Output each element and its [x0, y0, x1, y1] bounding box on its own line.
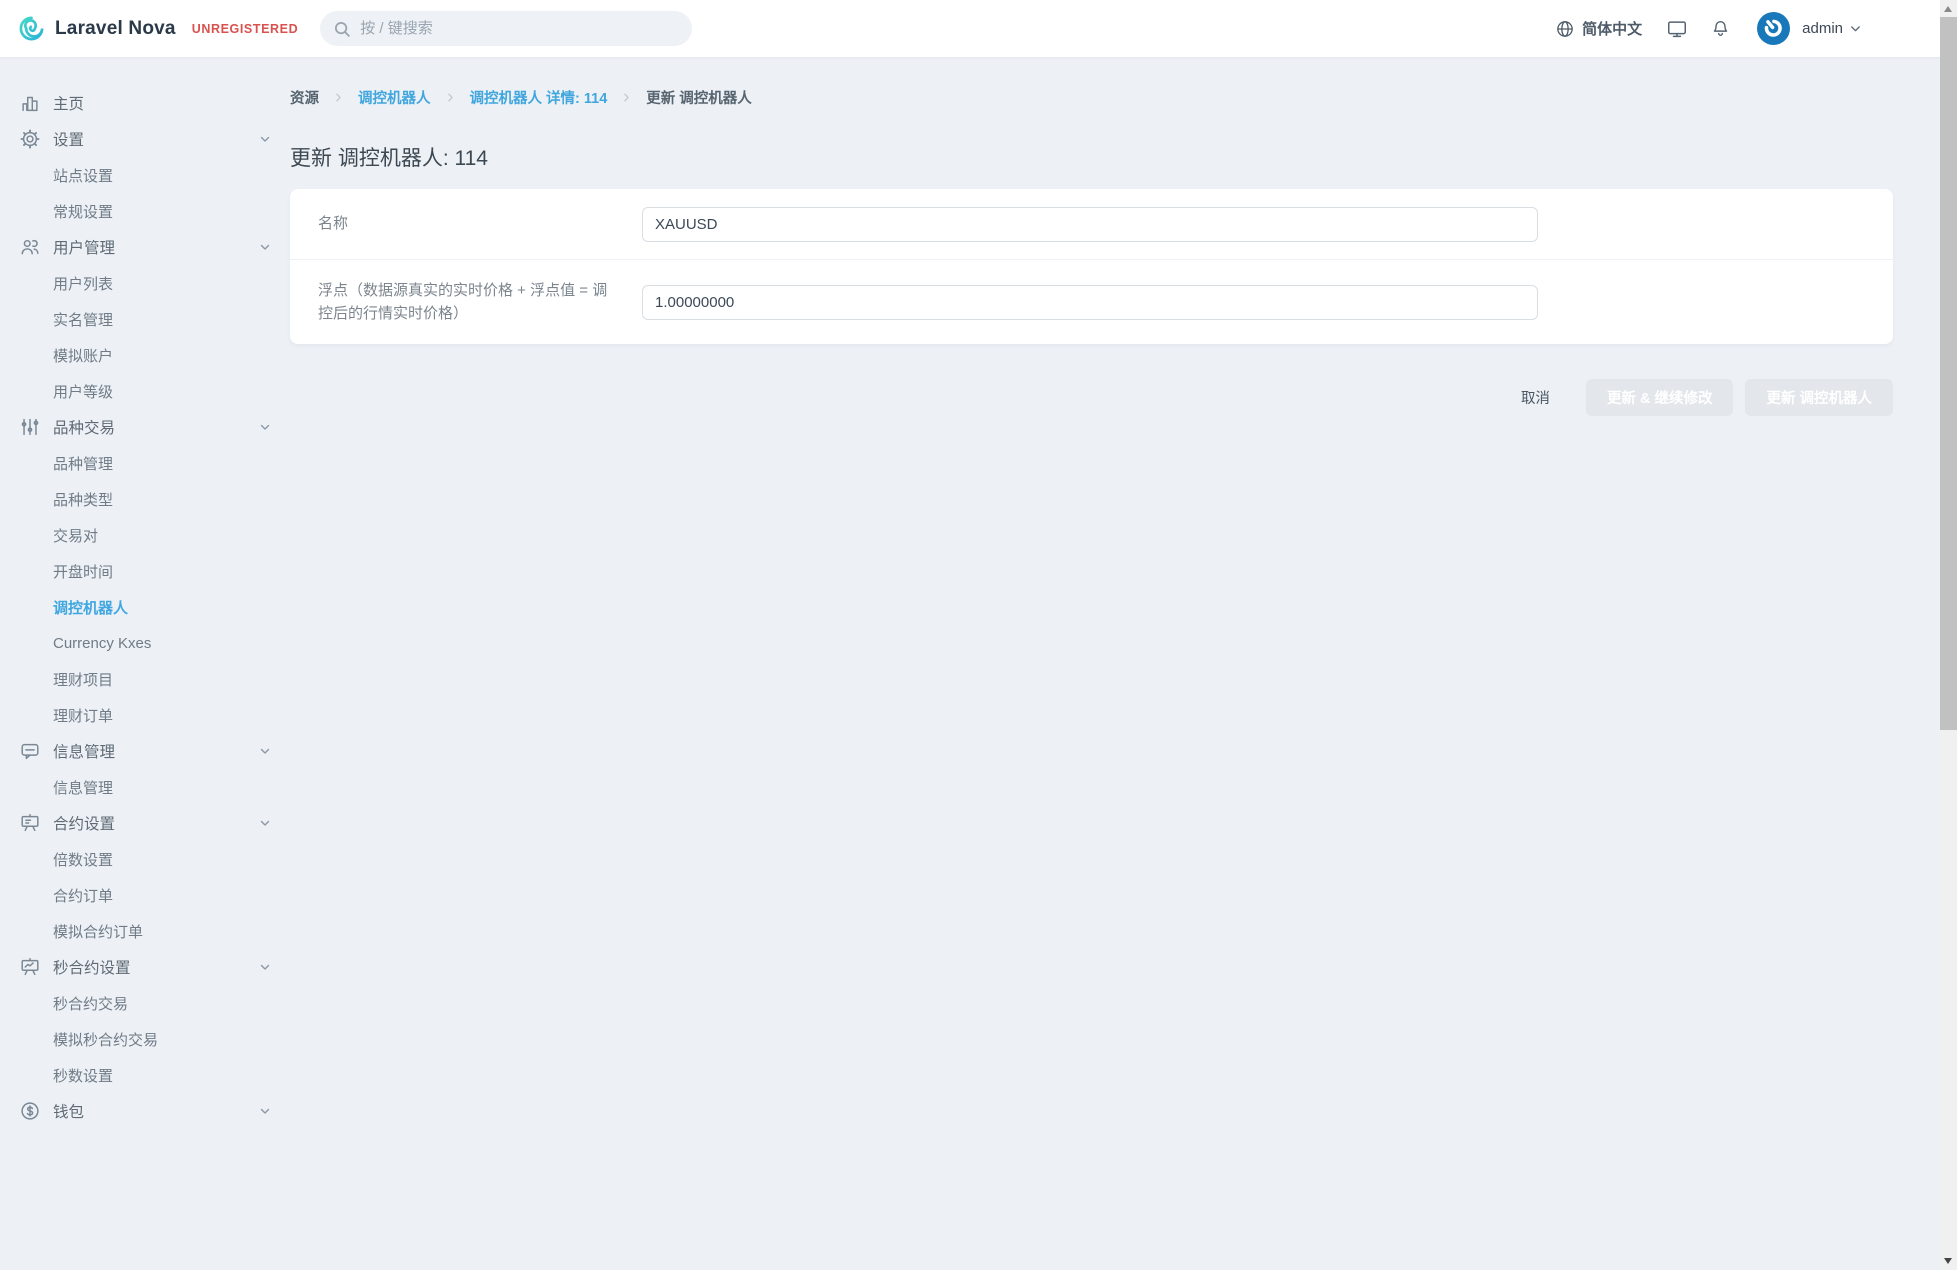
- sidebar-item[interactable]: 交易对: [0, 517, 290, 553]
- sidebar-item[interactable]: 模拟合约订单: [0, 913, 290, 949]
- sidebar-item[interactable]: 合约订单: [0, 877, 290, 913]
- chevron-down-icon: [258, 240, 272, 254]
- chevron-right-icon: [332, 91, 345, 104]
- sidebar-group-label: 信息管理: [53, 740, 115, 762]
- sidebar-group-second-contracts[interactable]: 秒合约设置: [0, 949, 290, 985]
- field-label: 名称: [290, 212, 642, 235]
- scroll-up-arrow[interactable]: [1944, 6, 1952, 12]
- scrollbar-thumb[interactable]: [1940, 17, 1957, 730]
- bell-icon[interactable]: [1710, 18, 1731, 39]
- global-search[interactable]: [320, 11, 692, 46]
- update-button[interactable]: 更新 调控机器人: [1745, 379, 1893, 416]
- sidebar-item[interactable]: 秒数设置: [0, 1057, 290, 1093]
- sidebar-item[interactable]: 开盘时间: [0, 553, 290, 589]
- breadcrumb-item: 资源: [290, 87, 319, 108]
- sidebar: 主页 设置 站点设置 常规设置 用户管理 用户列表 实名管理 模拟账户: [0, 57, 290, 1129]
- vertical-scrollbar[interactable]: [1940, 0, 1957, 1270]
- breadcrumb-link[interactable]: 调控机器人 详情: 114: [470, 87, 608, 108]
- sidebar-item[interactable]: 模拟账户: [0, 337, 290, 373]
- search-icon: [333, 20, 351, 38]
- name-field[interactable]: [642, 207, 1538, 242]
- gear-icon: [18, 128, 42, 150]
- sidebar-item-active[interactable]: 调控机器人: [0, 589, 290, 625]
- sidebar-group-messages[interactable]: 信息管理: [0, 733, 290, 769]
- language-switcher[interactable]: 简体中文: [1555, 18, 1642, 39]
- float-field[interactable]: [642, 285, 1538, 320]
- page-title: 更新 调控机器人: 114: [290, 142, 1893, 172]
- sidebar-item[interactable]: 实名管理: [0, 301, 290, 337]
- sidebar-group-users[interactable]: 用户管理: [0, 229, 290, 265]
- app-title: Laravel Nova: [55, 18, 176, 40]
- nova-spiral-icon: [18, 15, 45, 42]
- sidebar-group-label: 秒合约设置: [53, 956, 131, 978]
- top-bar: Laravel Nova UNREGISTERED 简体中文: [0, 0, 1940, 57]
- sidebar-item[interactable]: Currency Kxes: [0, 625, 290, 661]
- chevron-right-icon: [444, 91, 457, 104]
- form-actions: 取消 更新 & 继续修改 更新 调控机器人: [290, 379, 1893, 416]
- sidebar-group-label: 合约设置: [53, 812, 115, 834]
- sidebar-group-settings[interactable]: 设置: [0, 121, 290, 157]
- sidebar-item[interactable]: 倍数设置: [0, 841, 290, 877]
- presentation-chart-icon: [18, 956, 42, 978]
- users-icon: [18, 236, 42, 258]
- bar-chart-icon: [18, 92, 42, 114]
- user-menu[interactable]: admin: [1802, 20, 1843, 37]
- chevron-down-icon: [258, 132, 272, 146]
- dollar-circle-icon: [18, 1100, 42, 1122]
- breadcrumb: 资源 调控机器人 调控机器人 详情: 114 更新 调控机器人: [290, 87, 1893, 108]
- language-label: 简体中文: [1582, 18, 1642, 39]
- sidebar-item[interactable]: 品种类型: [0, 481, 290, 517]
- chevron-down-icon: [258, 744, 272, 758]
- sidebar-item[interactable]: 用户列表: [0, 265, 290, 301]
- sidebar-item[interactable]: 品种管理: [0, 445, 290, 481]
- sidebar-item[interactable]: 理财订单: [0, 697, 290, 733]
- field-label: 浮点（数据源真实的实时价格 + 浮点值 = 调控后的行情实时价格）: [290, 279, 642, 326]
- sidebar-item[interactable]: 秒合约交易: [0, 985, 290, 1021]
- chat-icon: [18, 740, 42, 762]
- form-card: 名称 浮点（数据源真实的实时价格 + 浮点值 = 调控后的行情实时价格）: [290, 189, 1893, 344]
- sidebar-item[interactable]: 用户等级: [0, 373, 290, 409]
- main-content: 资源 调控机器人 调控机器人 详情: 114 更新 调控机器人 更新 调控机器人…: [290, 57, 1893, 416]
- chevron-down-icon: [258, 420, 272, 434]
- sidebar-group-contracts[interactable]: 合约设置: [0, 805, 290, 841]
- sidebar-item[interactable]: 信息管理: [0, 769, 290, 805]
- logo[interactable]: Laravel Nova: [18, 15, 176, 42]
- cancel-button[interactable]: 取消: [1521, 387, 1550, 408]
- unregistered-badge: UNREGISTERED: [192, 22, 299, 36]
- chevron-down-icon: [258, 960, 272, 974]
- chevron-down-icon[interactable]: [1848, 21, 1863, 36]
- sidebar-item[interactable]: 站点设置: [0, 157, 290, 193]
- sidebar-group-label: 设置: [53, 128, 84, 150]
- sidebar-group-trading[interactable]: 品种交易: [0, 409, 290, 445]
- sidebar-item[interactable]: 理财项目: [0, 661, 290, 697]
- field-row-float: 浮点（数据源真实的实时价格 + 浮点值 = 调控后的行情实时价格）: [290, 260, 1893, 344]
- breadcrumb-item: 更新 调控机器人: [646, 87, 752, 108]
- globe-icon: [1555, 19, 1575, 39]
- sidebar-group-label: 品种交易: [53, 416, 115, 438]
- chevron-down-icon: [258, 816, 272, 830]
- sidebar-group-label: 用户管理: [53, 236, 115, 258]
- presentation-icon: [18, 812, 42, 834]
- sliders-icon: [18, 416, 42, 438]
- sidebar-item[interactable]: 模拟秒合约交易: [0, 1021, 290, 1057]
- avatar[interactable]: [1757, 12, 1790, 45]
- breadcrumb-link[interactable]: 调控机器人: [358, 87, 431, 108]
- update-and-continue-button[interactable]: 更新 & 继续修改: [1586, 379, 1734, 416]
- chevron-down-icon: [258, 1104, 272, 1118]
- sidebar-item[interactable]: 常规设置: [0, 193, 290, 229]
- search-input[interactable]: [360, 20, 679, 37]
- sidebar-group-label: 钱包: [53, 1100, 84, 1122]
- scroll-down-arrow[interactable]: [1944, 1258, 1952, 1264]
- sidebar-item-home[interactable]: 主页: [0, 85, 290, 121]
- field-row-name: 名称: [290, 189, 1893, 260]
- chevron-right-icon: [620, 91, 633, 104]
- sidebar-item-label: 主页: [53, 92, 84, 114]
- sidebar-group-wallet[interactable]: 钱包: [0, 1093, 290, 1129]
- monitor-icon[interactable]: [1666, 18, 1688, 40]
